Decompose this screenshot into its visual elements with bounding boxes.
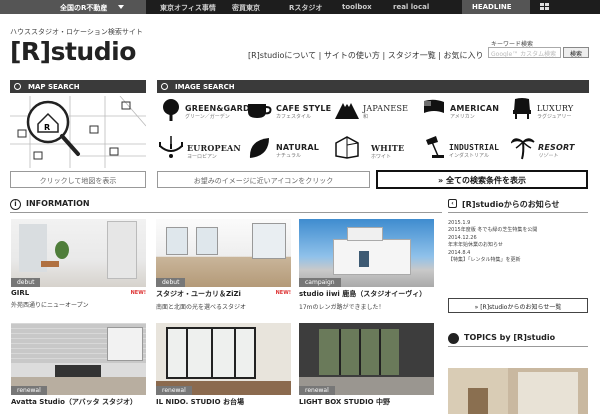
news-item[interactable]: 年末年始休業のお知らせ bbox=[448, 241, 588, 248]
category-american[interactable]: AMERICAN アメリカン bbox=[450, 104, 499, 120]
header-link-list[interactable]: スタジオ一覧 bbox=[388, 51, 436, 60]
mount-fuji-icon[interactable] bbox=[334, 98, 360, 120]
map-illustration[interactable]: R bbox=[10, 96, 146, 168]
coffee-cup-icon[interactable] bbox=[246, 100, 272, 120]
nav-link-reallocal[interactable]: real local bbox=[393, 3, 429, 11]
double-chevron-right-icon: » bbox=[438, 176, 444, 185]
info-icon: i bbox=[10, 199, 21, 210]
category-european[interactable]: EUROPEAN ヨーロピアン bbox=[187, 143, 241, 160]
category-white[interactable]: WHITE ホワイト bbox=[371, 143, 404, 160]
status-badge: debut bbox=[156, 278, 186, 287]
card-title: studio iiwi 鹿島（スタジオイーヴィ） bbox=[299, 290, 427, 298]
card-title: Avatta Studio（アバッタ スタジオ） bbox=[11, 398, 138, 406]
image-icon bbox=[161, 83, 168, 90]
nav-link-rstudio[interactable]: Rスタジオ bbox=[289, 3, 322, 13]
card-image: renewal bbox=[299, 323, 434, 395]
headline-button[interactable]: HEADLINE bbox=[462, 0, 530, 14]
header-link-howto[interactable]: サイトの使い方 bbox=[324, 51, 380, 60]
category-industrial[interactable]: INDUSTRIAL インダストリアル bbox=[449, 143, 499, 159]
info-card[interactable]: renewal IL NIDO. STUDIO お台場 bbox=[156, 323, 291, 407]
info-card[interactable]: debut NEW! スタジオ・ユーカリ＆ZiZi 南面と北面の光を選べるスタジ… bbox=[156, 219, 291, 311]
category-cafe-style[interactable]: CAFE STYLE カフェスタイル bbox=[276, 104, 331, 120]
armchair-icon[interactable] bbox=[511, 97, 533, 121]
information-header: i INFORMATION bbox=[10, 199, 442, 213]
header-link-about[interactable]: [R]studioについて bbox=[248, 51, 316, 60]
image-search-title: IMAGE SEARCH bbox=[175, 83, 235, 91]
show-map-button[interactable]: クリックして地図を表示 bbox=[10, 171, 146, 188]
card-title: スタジオ・ユーカリ＆ZiZi bbox=[156, 290, 241, 298]
card-image: renewal bbox=[11, 323, 146, 395]
news-header: ‹ [R]studioからのお知らせ bbox=[448, 199, 588, 213]
image-search-header: IMAGE SEARCH bbox=[157, 80, 589, 93]
site-logo[interactable]: [R]studio bbox=[10, 37, 136, 66]
search-input[interactable]: Google™ カスタム検索 bbox=[488, 47, 561, 58]
category-japanese[interactable]: JAPANESE 和 bbox=[363, 104, 408, 120]
status-badge: debut bbox=[11, 278, 41, 287]
site-tagline: ハウススタジオ・ロケーション検索サイト bbox=[10, 28, 143, 36]
map-search-header: MAP SEARCH bbox=[10, 80, 146, 93]
white-cube-house-icon[interactable] bbox=[333, 135, 361, 159]
status-badge: campaign bbox=[299, 278, 341, 287]
category-luxury[interactable]: LUXURY ラグジュアリー bbox=[537, 104, 573, 120]
card-image: debut bbox=[11, 219, 146, 287]
topics-image[interactable] bbox=[448, 368, 588, 414]
news-title: [R]studioからのお知らせ bbox=[462, 200, 560, 209]
chevron-left-icon: ‹ bbox=[448, 199, 457, 208]
information-title: INFORMATION bbox=[26, 199, 90, 208]
info-card[interactable]: renewal LIGHT BOX STUDIO 中野 bbox=[299, 323, 434, 407]
card-image: campaign bbox=[299, 219, 434, 287]
bullet-icon bbox=[448, 333, 459, 344]
header-links: [R]studioについて | サイトの使い方 | スタジオ一覧 | お気に入り bbox=[248, 51, 484, 60]
info-card[interactable]: campaign studio iiwi 鹿島（スタジオイーヴィ） 17mのレン… bbox=[299, 219, 434, 311]
header-link-favorites[interactable]: お気に入り bbox=[443, 51, 483, 60]
new-badge: NEW! bbox=[275, 290, 291, 296]
grid-menu-icon[interactable] bbox=[540, 3, 550, 11]
top-bar: 全国のR不動産 東京オフィス事情 密買東京 Rスタジオ toolbox real… bbox=[0, 0, 600, 14]
news-more-button[interactable]: » [R]studioからのお知らせ一覧 bbox=[448, 298, 588, 313]
card-subtitle: 南面と北面の光を選べるスタジオ bbox=[156, 304, 247, 311]
desk-lamp-icon[interactable] bbox=[422, 134, 446, 160]
news-list: 2015.1.9 2015年度版 冬でも緑の芝生特集を公開 2014.12.26… bbox=[448, 218, 588, 263]
location-dropdown[interactable]: 全国のR不動産 bbox=[0, 0, 146, 14]
news-item[interactable]: 【特集】「レンタル特集」を更新 bbox=[448, 256, 588, 263]
palm-tree-icon[interactable] bbox=[511, 134, 535, 160]
nav-link-mitsubai[interactable]: 密買東京 bbox=[232, 3, 260, 13]
nav-link-office[interactable]: 東京オフィス事情 bbox=[160, 3, 216, 13]
tree-icon[interactable] bbox=[160, 98, 182, 122]
card-title: IL NIDO. STUDIO お台場 bbox=[156, 398, 244, 406]
status-badge: renewal bbox=[299, 386, 335, 395]
map-search-title: MAP SEARCH bbox=[28, 83, 80, 91]
info-card[interactable]: debut NEW! GIRL 外苑西通りにニューオープン bbox=[11, 219, 146, 309]
chevron-down-icon bbox=[118, 5, 124, 9]
card-image: renewal bbox=[156, 323, 291, 395]
show-all-conditions-button[interactable]: » 全ての検索条件を表示 bbox=[376, 170, 588, 189]
category-resort[interactable]: RESORT リゾート bbox=[538, 143, 575, 159]
card-title: LIGHT BOX STUDIO 中野 bbox=[299, 398, 391, 406]
svg-text:R: R bbox=[44, 123, 50, 132]
category-natural[interactable]: NATURAL ナチュラル bbox=[276, 143, 319, 159]
search-icon bbox=[14, 83, 21, 90]
card-subtitle: 17mのレンガ路ができました！ bbox=[299, 304, 385, 311]
card-subtitle: 外苑西通りにニューオープン bbox=[11, 302, 89, 309]
nav-link-toolbox[interactable]: toolbox bbox=[342, 3, 372, 11]
search-button[interactable]: 検索 bbox=[563, 47, 589, 58]
status-badge: renewal bbox=[11, 386, 47, 395]
leaf-icon[interactable] bbox=[247, 136, 271, 160]
map-magnifier-icon: R bbox=[10, 96, 146, 168]
double-chevron-right-icon: » bbox=[474, 304, 479, 311]
chandelier-icon[interactable] bbox=[158, 136, 184, 160]
news-item[interactable]: 2015年度版 冬でも緑の芝生特集を公開 bbox=[448, 226, 588, 233]
new-badge: NEW! bbox=[130, 290, 146, 296]
card-image: debut bbox=[156, 219, 291, 287]
info-card[interactable]: renewal Avatta Studio（アバッタ スタジオ） bbox=[11, 323, 146, 407]
card-title: GIRL bbox=[11, 289, 30, 297]
flag-icon[interactable] bbox=[422, 98, 446, 118]
topics-header: TOPICS by [R]studio bbox=[448, 333, 588, 347]
image-search-hint-button[interactable]: お望みのイメージに近いアイコンをクリック bbox=[157, 171, 370, 188]
topics-title: TOPICS by [R]studio bbox=[464, 333, 556, 342]
location-label: 全国のR不動産 bbox=[60, 4, 108, 12]
status-badge: renewal bbox=[156, 386, 192, 395]
